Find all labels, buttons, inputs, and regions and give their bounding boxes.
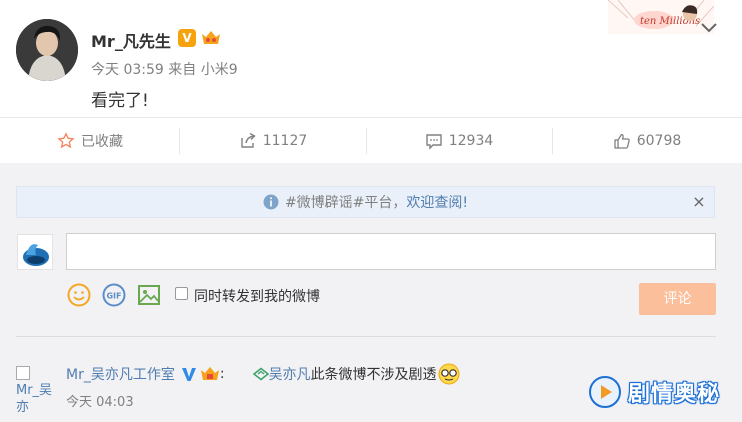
- comment-count: 12934: [448, 133, 494, 149]
- rumor-notice-bar: #微博辟谣#平台， 欢迎查阅!: [16, 186, 715, 218]
- emoji-sunglasses-icon: [438, 363, 460, 385]
- commenter-avatar-alt: Mr_吴亦: [16, 383, 53, 415]
- watermark-text: 剧情奥秘: [628, 382, 721, 407]
- member-crown-icon: [200, 367, 219, 380]
- comment-line: Mr_吴亦凡工作室 : 吴亦凡 此条微博不涉及剧透: [66, 363, 460, 385]
- comment-time: 今天 04:03: [66, 395, 134, 410]
- comment-colon: :: [219, 366, 225, 382]
- gif-icon[interactable]: GIF: [101, 282, 127, 308]
- speech-bubble-icon: [426, 134, 442, 150]
- post-text: 看完了!: [91, 91, 149, 111]
- author-username[interactable]: Mr_凡先生: [91, 28, 171, 52]
- submit-comment-button[interactable]: 评论: [639, 283, 716, 315]
- image-icon[interactable]: [136, 282, 162, 308]
- comment-text: 此条微博不涉及剧透: [310, 367, 437, 383]
- notice-text: #微博辟谣#平台，: [284, 195, 407, 211]
- repost-count: 11127: [262, 133, 308, 149]
- share-arrow-icon: [241, 132, 256, 148]
- post-meta: 今天 03:59 来自 小米9: [91, 62, 238, 78]
- emoji-icon[interactable]: [66, 282, 92, 308]
- commenter-avatar[interactable]: Mr_吴亦: [16, 366, 54, 422]
- more-options-chevron-icon[interactable]: [698, 16, 720, 38]
- verified-badge-icon: V: [178, 29, 196, 47]
- star-outline-icon: [57, 132, 75, 149]
- repost-checkbox[interactable]: [175, 287, 188, 300]
- like-button[interactable]: 60798: [552, 118, 742, 164]
- commenter-name[interactable]: Mr_吴亦凡工作室: [66, 364, 175, 384]
- comment-button[interactable]: 12934: [366, 118, 552, 164]
- my-avatar: [17, 234, 53, 270]
- favorite-label: 已收藏: [81, 134, 123, 150]
- info-icon: [263, 194, 279, 210]
- svg-text:GIF: GIF: [106, 292, 121, 301]
- divider: [16, 336, 716, 337]
- favorite-button[interactable]: 已收藏: [0, 118, 180, 164]
- post-action-bar: 已收藏 11127 12934 60798: [0, 117, 742, 165]
- mention-name: 吴亦凡: [268, 367, 311, 383]
- comment-input[interactable]: [66, 233, 716, 270]
- notice-close-icon[interactable]: ×: [690, 193, 708, 211]
- watermark: 剧情奥秘: [588, 369, 728, 415]
- member-crown-icon: [200, 28, 222, 48]
- verified-v-icon: [181, 368, 196, 381]
- like-count: 60798: [636, 133, 682, 149]
- notice-link[interactable]: 欢迎查阅!: [406, 192, 468, 212]
- super-topic-icon: [252, 367, 269, 381]
- mention-link[interactable]: 吴亦凡: [252, 364, 311, 384]
- author-avatar[interactable]: [16, 19, 78, 81]
- thumbs-up-icon: [614, 133, 630, 149]
- broken-image-icon: [16, 366, 30, 380]
- play-logo-icon: [589, 376, 621, 408]
- repost-checkbox-label[interactable]: 同时转发到我的微博: [194, 286, 320, 306]
- repost-button[interactable]: 11127: [180, 118, 366, 164]
